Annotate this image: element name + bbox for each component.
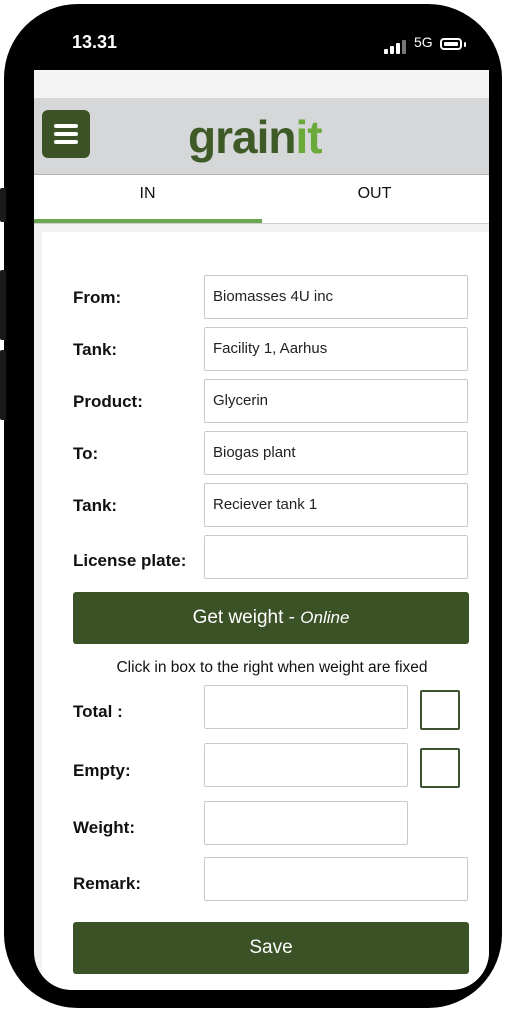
product-label: Product: xyxy=(73,392,143,411)
weight-hint: Click in box to the right when weight ar… xyxy=(116,659,428,676)
get-weight-label: Get weight - xyxy=(192,607,301,628)
menu-button[interactable] xyxy=(42,110,90,158)
remark-field[interactable] xyxy=(204,857,468,901)
get-weight-button[interactable]: Get weight - Online xyxy=(73,592,469,644)
remark-label: Remark: xyxy=(73,874,142,893)
status-time: 13.31 xyxy=(72,32,118,52)
save-button[interactable]: Save xyxy=(73,922,469,974)
tab-bar: IN OUT xyxy=(34,175,489,224)
total-fixed-checkbox[interactable] xyxy=(420,690,460,730)
empty-field[interactable] xyxy=(204,743,408,787)
empty-label: Empty: xyxy=(73,761,131,780)
network-type: 5G xyxy=(414,34,433,50)
app-header: grainit xyxy=(34,98,489,175)
product-field[interactable]: Glycerin xyxy=(204,379,468,423)
tab-out[interactable]: OUT xyxy=(261,175,488,221)
from-label: From: xyxy=(73,288,122,307)
connection-status: Online xyxy=(300,608,350,627)
tank-to-field[interactable]: Reciever tank 1 xyxy=(204,483,468,527)
weight-label: Weight: xyxy=(73,818,136,837)
status-bar: 13.31 5G xyxy=(0,0,507,70)
form-card: From: Biomasses 4U inc Tank: Facility 1,… xyxy=(42,232,489,990)
battery-tip-icon xyxy=(464,42,466,47)
grainit-logo: grainit xyxy=(188,111,323,163)
license-plate-field[interactable] xyxy=(204,535,468,579)
signal-icon xyxy=(384,40,408,54)
hamburger-icon xyxy=(54,124,78,128)
side-button xyxy=(0,188,6,222)
from-field[interactable]: Biomasses 4U inc xyxy=(204,275,468,319)
empty-fixed-checkbox[interactable] xyxy=(420,748,460,788)
weight-field[interactable] xyxy=(204,801,408,845)
to-label: To: xyxy=(73,444,99,463)
app-screen: grainit IN OUT From: Biomasses 4U inc Ta… xyxy=(34,70,489,990)
tank-to-label: Tank: xyxy=(73,496,118,515)
volume-down-button xyxy=(0,350,6,420)
volume-up-button xyxy=(0,270,6,340)
tank-from-label: Tank: xyxy=(73,340,118,359)
battery-icon xyxy=(440,38,462,50)
total-field[interactable] xyxy=(204,685,408,729)
tab-indicator xyxy=(34,219,262,223)
top-strip xyxy=(34,70,489,98)
tab-in[interactable]: IN xyxy=(34,175,261,221)
to-field[interactable]: Biogas plant xyxy=(204,431,468,475)
tank-from-field[interactable]: Facility 1, Aarhus xyxy=(204,327,468,371)
total-label: Total : xyxy=(73,702,123,721)
license-plate-label: License plate: xyxy=(73,551,187,570)
